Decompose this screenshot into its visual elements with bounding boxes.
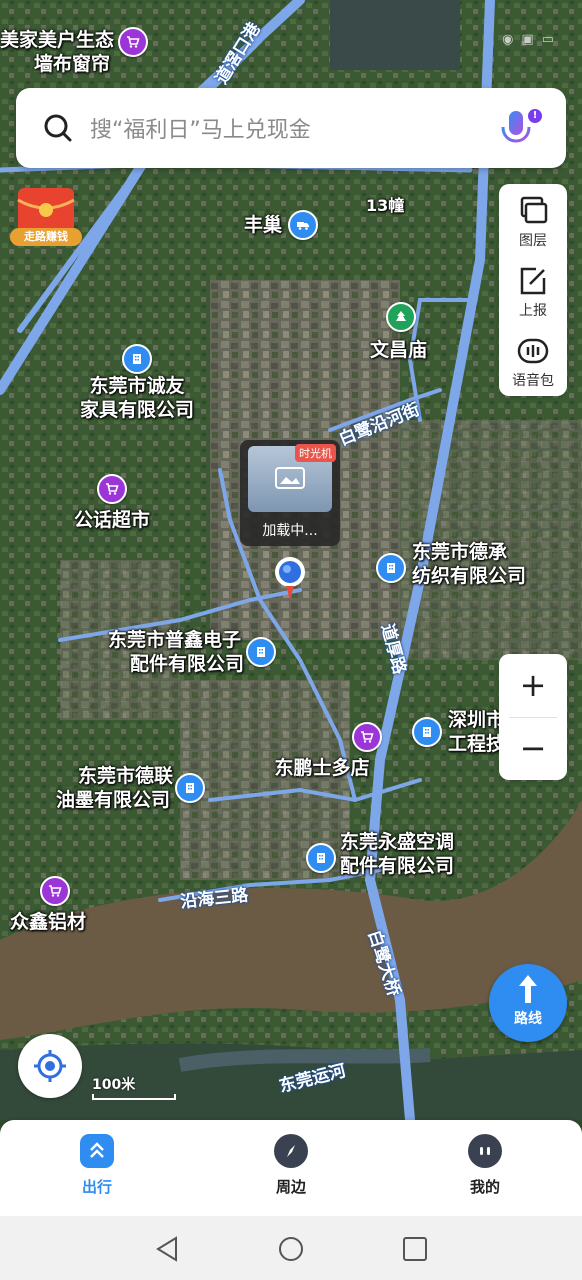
recents-icon[interactable] bbox=[400, 1234, 430, 1264]
profile-icon bbox=[468, 1134, 502, 1168]
company-icon bbox=[122, 344, 152, 374]
company-icon bbox=[306, 843, 336, 873]
map-tools-panel: 图层 上报 语音包 bbox=[499, 184, 567, 396]
poi-label: 东莞永盛空调 bbox=[340, 831, 455, 853]
promo-label: 走路赚钱 bbox=[10, 228, 82, 246]
scale-label: 100米 bbox=[92, 1077, 136, 1093]
search-input[interactable]: 搜“福利日”马上兑现金 bbox=[90, 112, 492, 144]
layers-button[interactable]: 图层 bbox=[499, 194, 567, 250]
bottom-nav: 出行 周边 我的 bbox=[0, 1120, 582, 1216]
poi-fengchao[interactable]: 丰巢 bbox=[244, 210, 319, 240]
search-bar[interactable]: 搜“福利日”马上兑现金 ! bbox=[16, 88, 566, 168]
company-icon bbox=[376, 553, 406, 583]
poi-label: 工程技 bbox=[448, 733, 506, 755]
poi-label: 东莞市诚友 bbox=[89, 375, 185, 397]
poi-gonghua-supermarket[interactable]: 公话超市 bbox=[74, 474, 150, 532]
route-button[interactable]: 路线 bbox=[489, 964, 567, 1042]
company-icon bbox=[412, 717, 442, 747]
system-nav-bar bbox=[0, 1216, 582, 1280]
poi-dongpeng-store[interactable]: 东鹏士多店 bbox=[262, 722, 382, 780]
walk-earn-promo[interactable]: 走路赚钱 bbox=[8, 186, 86, 252]
poi-wenchang-temple[interactable]: 文昌庙 bbox=[370, 302, 427, 362]
company-icon bbox=[175, 773, 206, 803]
poi-label: 家具有限公司 bbox=[80, 399, 195, 421]
shopping-cart-icon bbox=[352, 722, 382, 752]
poi-label: 东莞市德承 bbox=[412, 541, 508, 563]
building-label: 13幢 bbox=[366, 196, 405, 215]
shopping-cart-icon bbox=[97, 474, 127, 504]
locate-icon bbox=[34, 1050, 66, 1082]
route-label: 路线 bbox=[514, 1011, 542, 1027]
poi-label: 纺织有限公司 bbox=[412, 565, 527, 587]
poi-label: 公话超市 bbox=[74, 509, 151, 531]
locate-button[interactable] bbox=[18, 1034, 82, 1098]
map-view[interactable]: 美家美户生态 墙布窗帘 丰巢 13幢 文昌庙 东莞市诚友 家具有限公司 公话超市 bbox=[0, 0, 582, 1120]
back-icon[interactable] bbox=[152, 1234, 182, 1264]
poi-yongsheng-aircon[interactable]: 东莞永盛空调 配件有限公司 bbox=[306, 830, 454, 878]
poi-label: 丰巢 bbox=[244, 214, 283, 236]
tab-label: 我的 bbox=[469, 1178, 500, 1196]
zoom-out-button[interactable]: − bbox=[499, 717, 567, 780]
poi-label: 墙布窗帘 bbox=[34, 53, 111, 75]
search-icon bbox=[44, 114, 72, 142]
tab-travel[interactable]: 出行 bbox=[52, 1134, 142, 1197]
zoom-in-button[interactable]: + bbox=[499, 654, 567, 717]
poi-label: 东鹏士多店 bbox=[274, 757, 370, 779]
loading-text: 加载中... bbox=[262, 523, 318, 539]
voice-pack-icon bbox=[517, 338, 549, 364]
poi-delian-ink[interactable]: 东莞市德联 油墨有限公司 bbox=[56, 764, 206, 812]
map-scale: 100米 bbox=[92, 1074, 176, 1100]
shopping-cart-icon bbox=[40, 876, 70, 906]
poi-puxin-electronics[interactable]: 东莞市普鑫电子 配件有限公司 bbox=[108, 628, 277, 676]
poi-label: 众鑫铝材 bbox=[10, 911, 87, 933]
poi-label: 深圳市 bbox=[448, 709, 506, 731]
poi-label: 东莞市普鑫电子 bbox=[108, 629, 242, 651]
poi-decheng-textile[interactable]: 东莞市德承 纺织有限公司 bbox=[376, 540, 526, 588]
voice-pack-button[interactable]: 语音包 bbox=[499, 334, 567, 390]
shopping-cart-icon bbox=[118, 27, 149, 57]
poi-meijia[interactable]: 美家美户生态 墙布窗帘 bbox=[0, 27, 149, 76]
voice-search-button[interactable]: ! bbox=[492, 103, 542, 153]
time-machine-card[interactable]: 时光机 加载中... bbox=[240, 440, 340, 546]
home-icon[interactable] bbox=[276, 1234, 306, 1264]
zoom-controls: + − bbox=[499, 654, 567, 780]
temple-icon bbox=[386, 302, 416, 332]
tab-label: 出行 bbox=[81, 1178, 112, 1196]
tab-label: 周边 bbox=[275, 1178, 306, 1196]
layers-icon bbox=[520, 196, 548, 224]
notification-dot: ! bbox=[528, 109, 542, 123]
poi-chengyou-furniture[interactable]: 东莞市诚友 家具有限公司 bbox=[80, 344, 194, 422]
poi-label: 配件有限公司 bbox=[130, 653, 245, 675]
route-arrow-icon bbox=[519, 975, 537, 1003]
red-packet-icon bbox=[17, 188, 75, 232]
poi-label: 油墨有限公司 bbox=[56, 789, 171, 811]
delivery-truck-icon bbox=[288, 210, 319, 240]
tab-nearby[interactable]: 周边 bbox=[246, 1134, 336, 1197]
poi-label: 文昌庙 bbox=[370, 339, 428, 361]
current-location-marker bbox=[274, 556, 306, 604]
scale-bar bbox=[92, 1094, 176, 1100]
travel-icon bbox=[80, 1134, 114, 1168]
report-button[interactable]: 上报 bbox=[499, 264, 567, 320]
voice-pack-label: 语音包 bbox=[512, 373, 554, 389]
time-machine-tag: 时光机 bbox=[295, 444, 336, 462]
report-edit-icon bbox=[520, 267, 546, 295]
poi-label: 东莞市德联 bbox=[78, 765, 174, 787]
report-label: 上报 bbox=[519, 303, 547, 319]
poi-label: 美家美户生态 bbox=[0, 29, 115, 51]
tab-mine[interactable]: 我的 bbox=[440, 1134, 530, 1197]
poi-zhongxin-aluminum[interactable]: 众鑫铝材 bbox=[10, 876, 86, 934]
layers-label: 图层 bbox=[519, 233, 547, 249]
compass-icon bbox=[274, 1134, 308, 1168]
poi-label: 配件有限公司 bbox=[340, 855, 455, 877]
poi-shenzhen-engineering[interactable]: 深圳市 工程技 bbox=[412, 708, 505, 756]
company-icon bbox=[246, 637, 277, 667]
